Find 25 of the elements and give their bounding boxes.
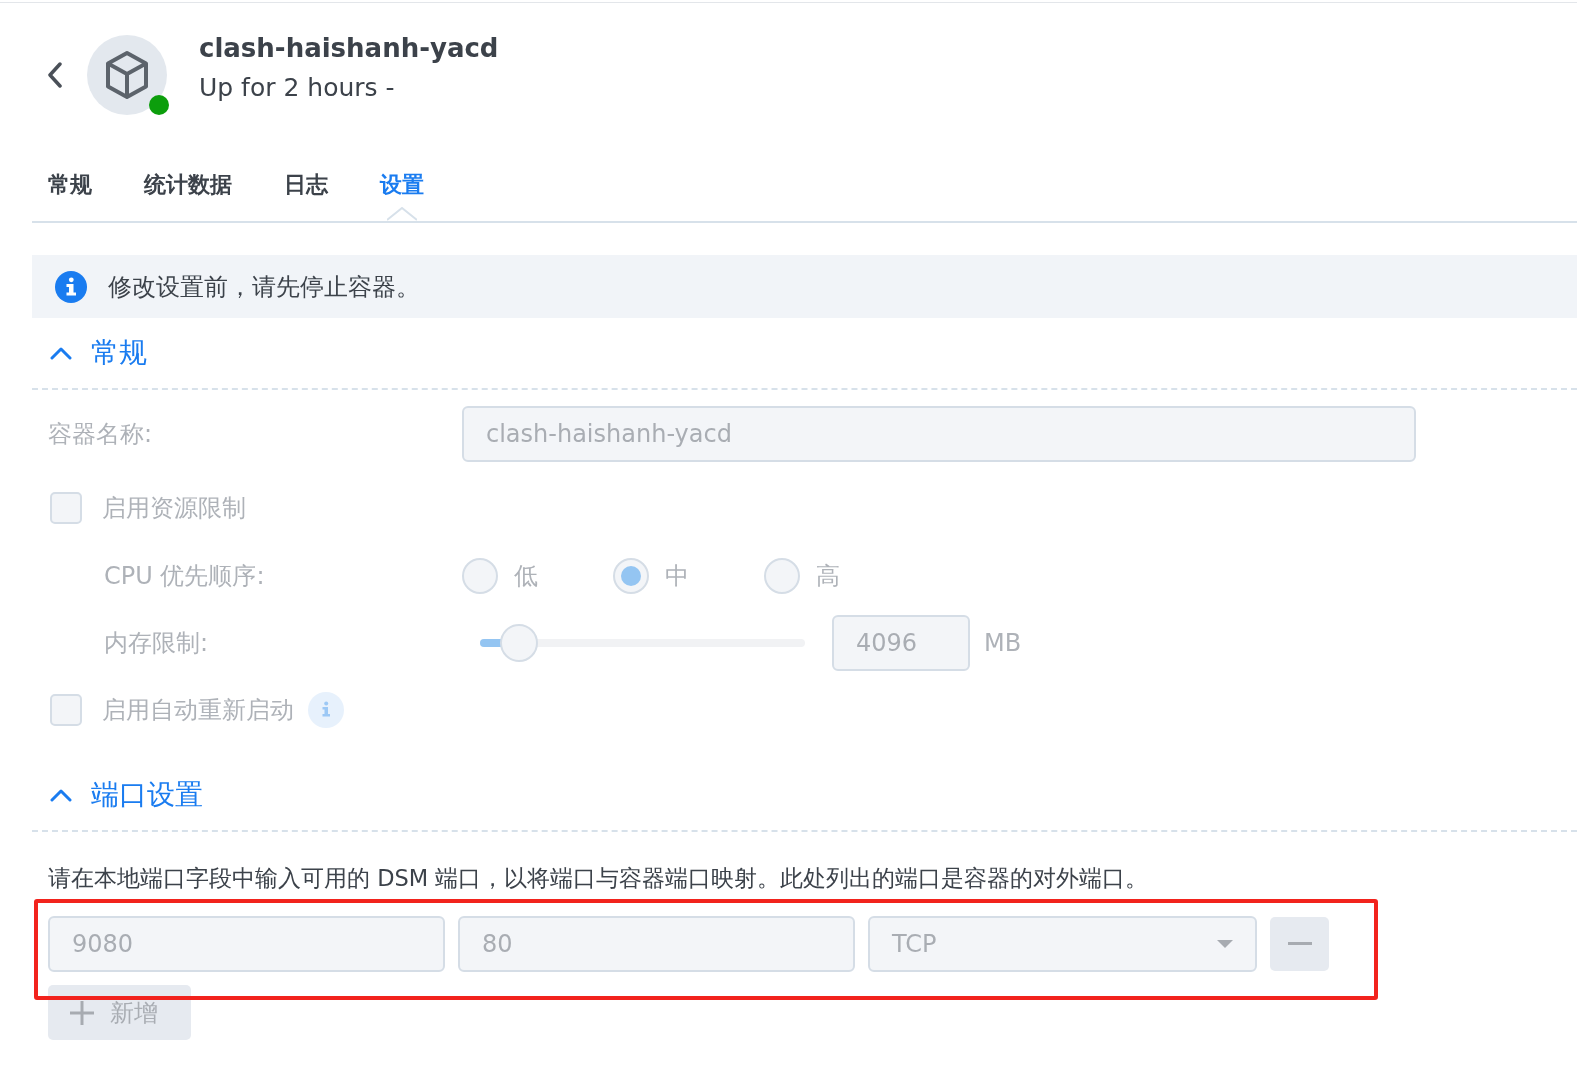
tab[interactable]: 常规 [48, 170, 92, 221]
info-icon [55, 270, 87, 303]
tab[interactable]: 设置 [380, 170, 424, 221]
unit-label: MB [984, 628, 1022, 657]
cube-icon [104, 50, 150, 100]
notice-text: 修改设置前，请先停止容器。 [108, 271, 420, 303]
field-label: 容器名称: [48, 419, 154, 450]
tab[interactable]: 日志 [284, 170, 328, 221]
container-status: Up for 2 hours - [199, 72, 396, 104]
chevron-icon [50, 346, 72, 360]
radio-label: 高 [816, 560, 840, 592]
port-description: 请在本地端口字段中输入可用的 DSM 端口，以将端口与容器端口映射。此处列出的端口是容器的对外端口。 [48, 864, 1150, 893]
checkbox-label: 启用自动重新启动 [102, 695, 294, 726]
caret-icon [1217, 940, 1233, 948]
field-label: 内存限制: [104, 627, 210, 659]
radio-label: 中 [665, 560, 689, 592]
chevron-icon [50, 788, 72, 802]
plus-icon [70, 1000, 94, 1025]
container-title: clash-haishanh-yacd [199, 32, 499, 65]
minus-icon [1287, 942, 1312, 946]
field-label: CPU 优先顺序: [104, 560, 266, 592]
checkbox-label: 启用资源限制 [102, 493, 246, 524]
radio-label: 低 [514, 560, 538, 592]
tab[interactable]: 统计数据 [144, 170, 232, 221]
back-chevron-icon[interactable] [47, 62, 63, 88]
